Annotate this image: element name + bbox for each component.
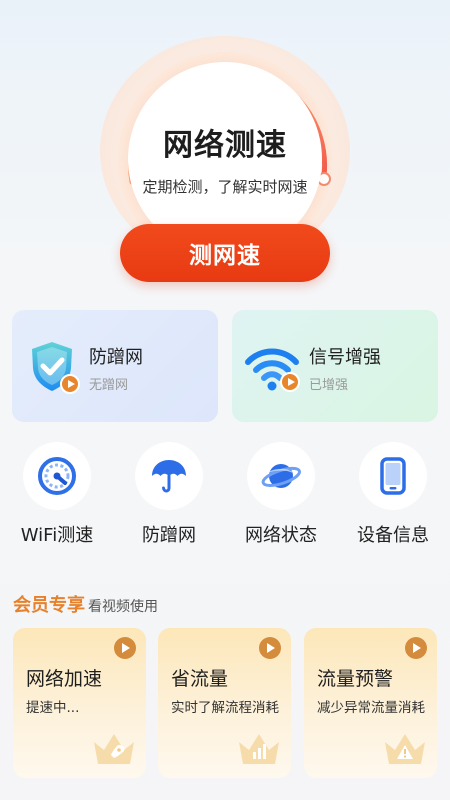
start-speed-test-button[interactable]: 测网速 [120,224,330,282]
vip-card-data-alert[interactable]: 流量预警 减少异常流量消耗 [304,628,437,778]
feature-status: 已增强 [309,378,349,393]
speedometer-icon [38,457,76,495]
tool-icon-bg [135,442,203,510]
vip-card-title: 流量预警 [317,668,394,690]
vip-card-desc: 减少异常流量消耗 [317,700,425,716]
video-play-icon [405,637,427,659]
feature-title: 防蹭网 [89,347,143,368]
feature-title: 信号增强 [309,347,381,368]
vip-card-title: 网络加速 [26,668,103,690]
vip-card-desc: 提速中... [26,700,80,716]
bars-crown-icon [239,734,279,764]
umbrella-icon [152,460,186,493]
vip-card-desc: 实时了解流程消耗 [171,700,279,716]
tool-wifi-speed[interactable]: WiFi测速 [2,440,112,550]
signal-boost-card[interactable]: 信号增强 已增强 [232,310,438,422]
tool-label: WiFi测速 [20,525,94,546]
video-play-icon [114,637,136,659]
tool-label: 网络状态 [245,525,317,546]
rocket-crown-icon [94,734,134,764]
tool-icon-bg [359,442,427,510]
planet-icon [261,464,301,488]
tool-anti-leech[interactable]: 防蹭网 [114,440,224,550]
speed-test-title: 网络测速 [163,128,287,163]
vip-card-title: 省流量 [171,668,229,690]
video-play-icon [280,372,300,392]
tool-device-info[interactable]: 设备信息 [338,440,448,550]
member-subtitle: 看视频使用 [88,599,158,615]
tool-network-status[interactable]: 网络状态 [226,440,336,550]
anti-leech-card[interactable]: 防蹭网 无蹭网 [12,310,218,422]
warning-crown-icon [385,734,425,764]
vip-card-save-data[interactable]: 省流量 实时了解流程消耗 [158,628,291,778]
video-play-icon [60,374,80,394]
tool-icon-bg [23,442,91,510]
speed-test-panel: 网络测速 定期检测，了解实时网速 测网速 [0,0,450,300]
vip-card-network-boost[interactable]: 网络加速 提速中... [13,628,146,778]
member-title: 会员专享 [13,595,85,616]
tool-label: 防蹭网 [142,525,196,546]
phone-icon [380,457,406,495]
tool-icon-bg [247,442,315,510]
tool-label: 设备信息 [357,525,429,546]
feature-status: 无蹭网 [89,378,129,393]
video-play-icon [259,637,281,659]
speed-test-subtitle: 定期检测，了解实时网速 [142,178,308,196]
member-section-header: 会员专享 看视频使用 [13,591,158,617]
